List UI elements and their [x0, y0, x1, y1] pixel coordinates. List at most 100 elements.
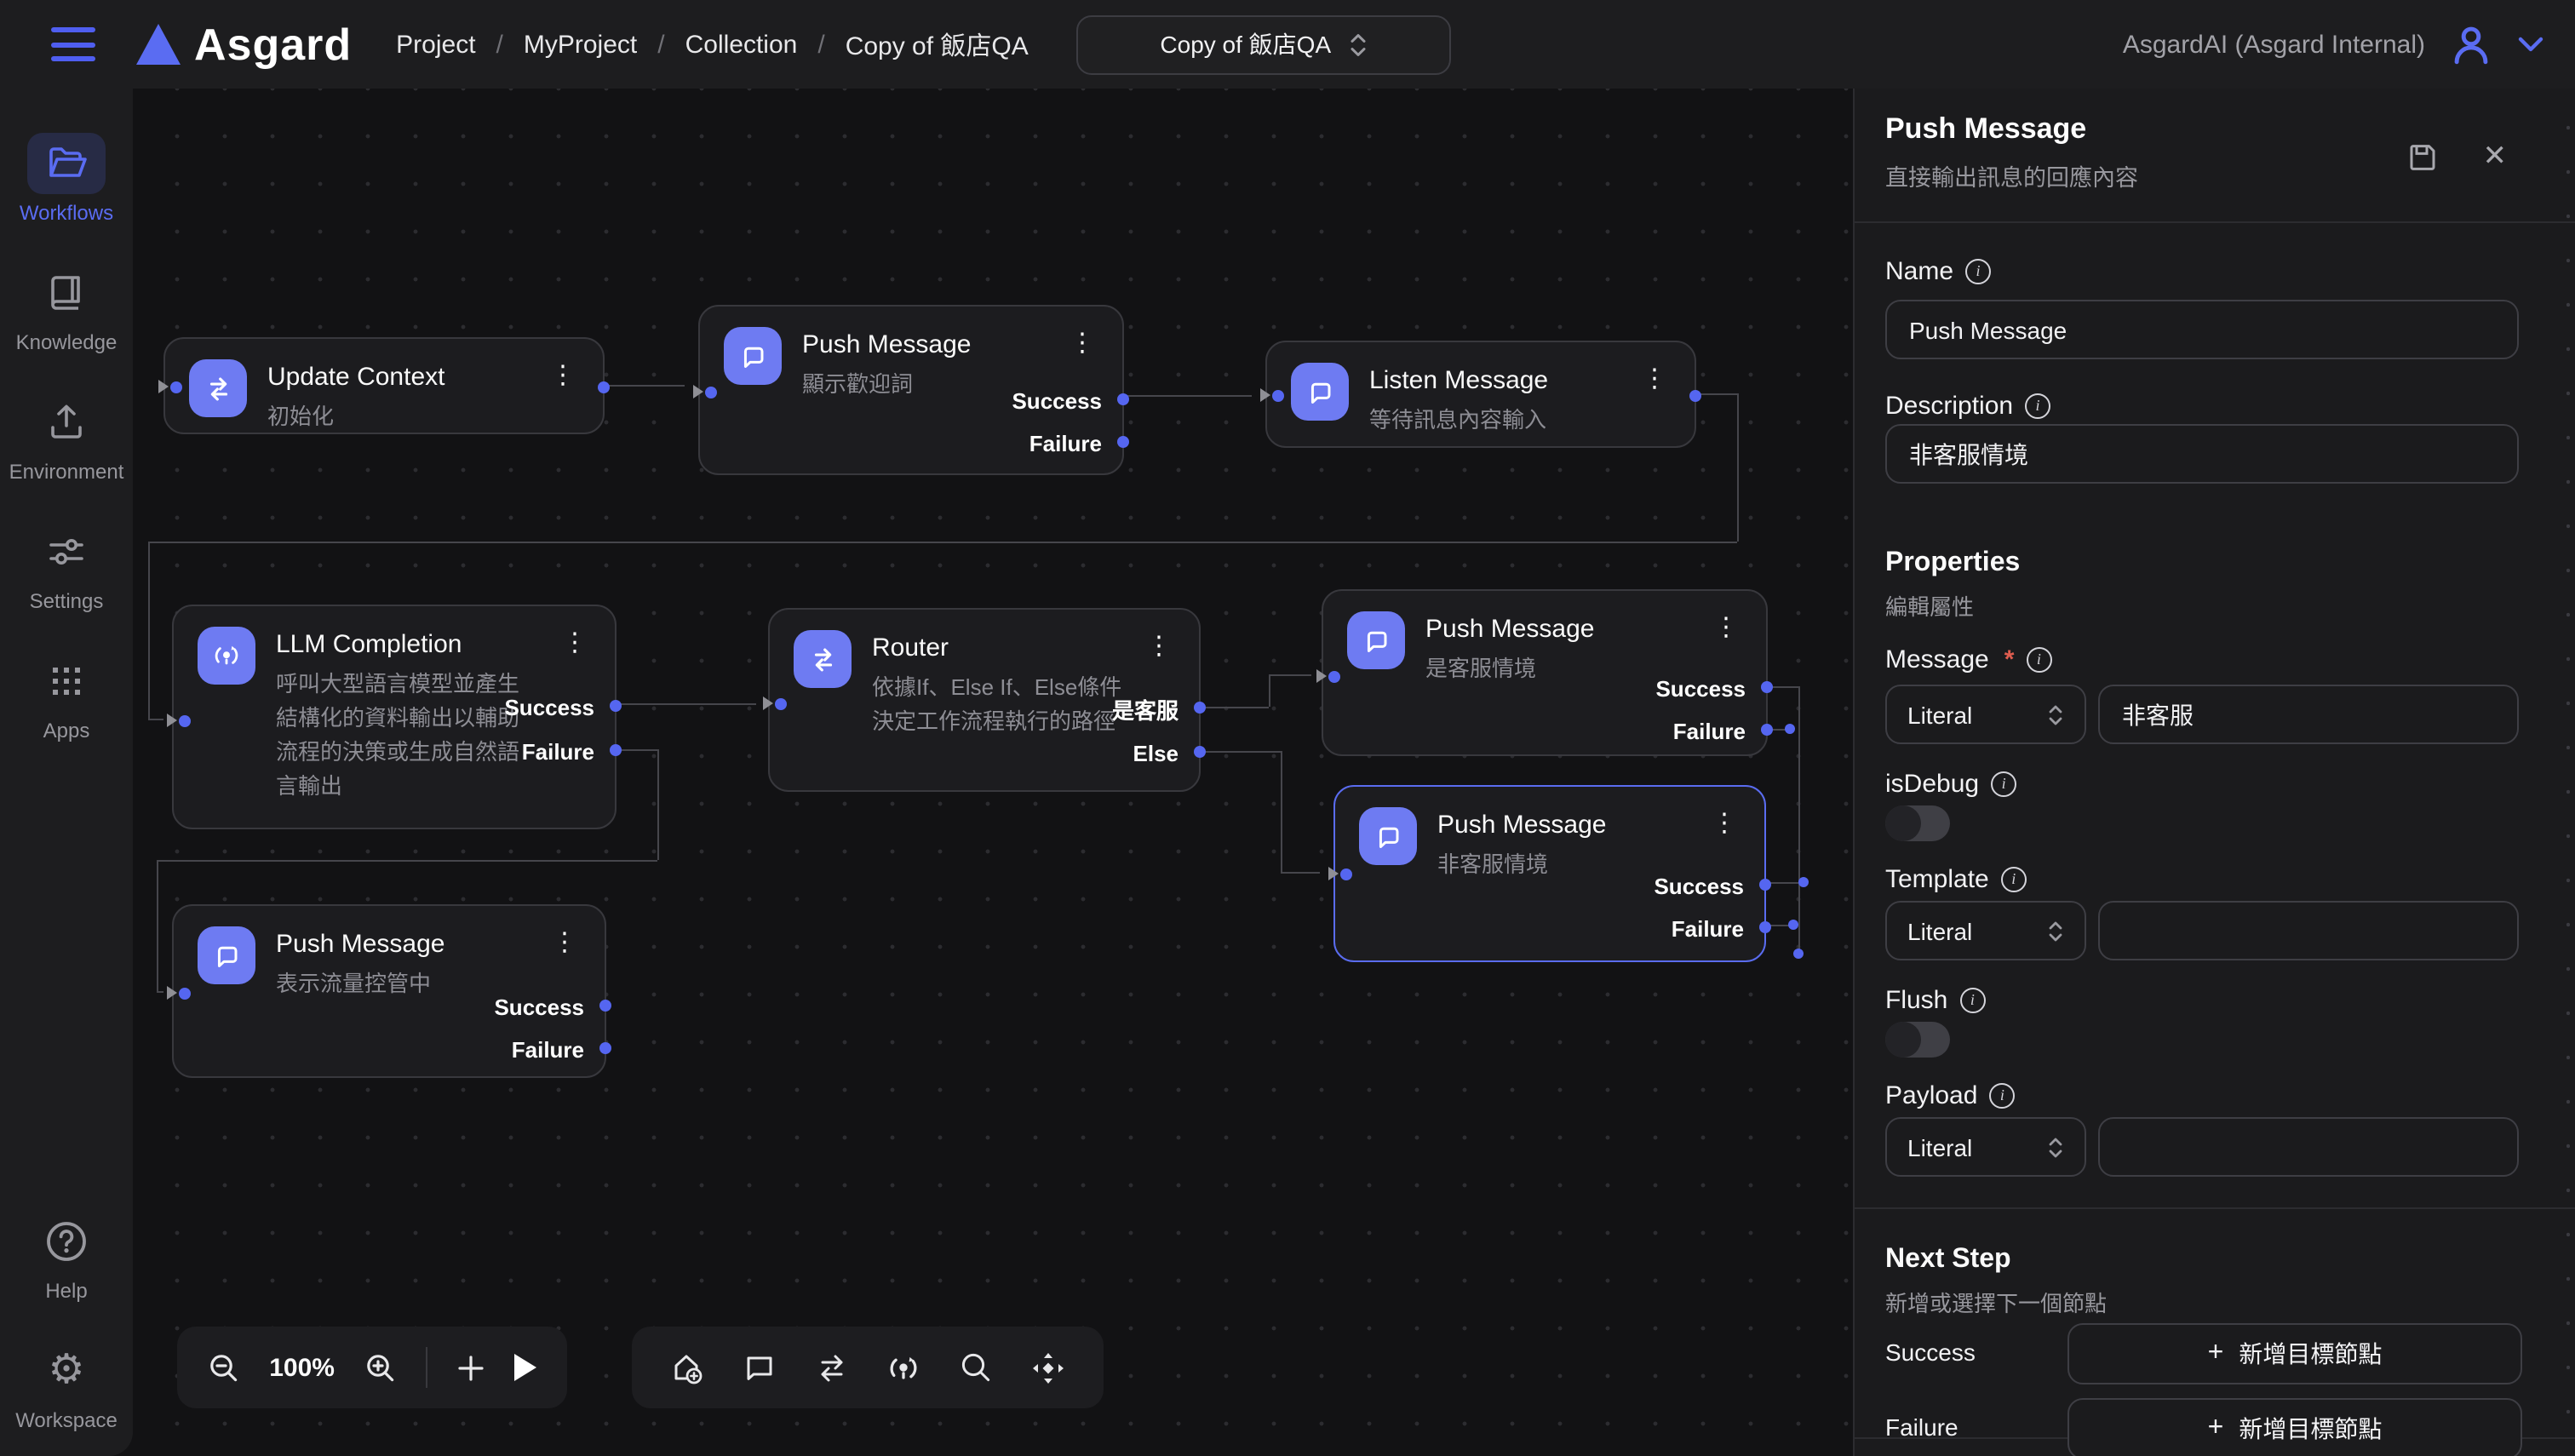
description-field[interactable] [1885, 424, 2519, 484]
info-icon[interactable]: i [1991, 771, 2016, 797]
next-step-failure-label: Failure [1885, 1413, 1958, 1441]
zoom-out-icon[interactable] [208, 1351, 240, 1384]
comment-icon[interactable] [743, 1350, 777, 1384]
edge-endpoint[interactable] [1785, 724, 1795, 734]
input-port[interactable] [693, 385, 717, 398]
edge-endpoint[interactable] [1788, 920, 1798, 930]
kebab-menu-icon[interactable]: ⋮ [1705, 807, 1744, 840]
output-failure[interactable]: Failure [1672, 916, 1744, 940]
node-subtitle: 顯示歡迎詞 [802, 368, 971, 402]
breadcrumb-project[interactable]: Project [396, 30, 475, 59]
node-push-message-welcome[interactable]: Push Message 顯示歡迎詞 ⋮ Success Failure [698, 305, 1124, 475]
edge [1269, 674, 1270, 707]
output-failure[interactable]: Failure [1673, 719, 1746, 742]
node-push-message-cs[interactable]: Push Message 是客服情境 ⋮ Success Failure [1322, 589, 1768, 756]
node-title: Update Context [267, 363, 444, 392]
kebab-menu-icon[interactable]: ⋮ [543, 359, 582, 392]
kebab-menu-icon[interactable]: ⋮ [1635, 363, 1674, 395]
node-title: Push Message [1437, 811, 1606, 840]
add-target-node-failure-button[interactable]: + 新增目標節點 [2067, 1398, 2522, 1456]
output-failure[interactable]: Failure [512, 1037, 584, 1061]
node-llm-completion[interactable]: LLM Completion 呼叫大型語言模型並產生結構化的資料輸出以輔助流程的… [172, 605, 617, 829]
add-node-icon[interactable] [669, 1350, 705, 1385]
edge-endpoint[interactable] [1793, 949, 1804, 959]
template-value-field[interactable] [2098, 901, 2519, 960]
payload-value-field[interactable] [2098, 1117, 2519, 1177]
input-port[interactable] [158, 380, 182, 393]
output-success[interactable]: Success [1654, 874, 1744, 897]
template-type-select[interactable]: Literal [1885, 901, 2086, 960]
swap-arrows-icon[interactable] [813, 1350, 849, 1385]
info-icon[interactable]: i [1989, 1083, 2015, 1109]
kebab-menu-icon[interactable]: ⋮ [1063, 327, 1102, 359]
add-target-node-success-button[interactable]: + 新增目標節點 [2067, 1323, 2522, 1384]
sidebar-item-help[interactable]: Help [7, 1211, 126, 1303]
kebab-menu-icon[interactable]: ⋮ [545, 926, 584, 959]
sidebar-item-environment[interactable]: Environment [7, 392, 126, 484]
flush-toggle[interactable] [1885, 1022, 1950, 1058]
info-icon[interactable]: i [2001, 867, 2027, 892]
sidebar-item-settings[interactable]: Settings [7, 521, 126, 613]
edge-endpoint[interactable] [1798, 877, 1809, 887]
close-icon[interactable]: ✕ [2483, 140, 2508, 174]
payload-type-select[interactable]: Literal [1885, 1117, 2086, 1177]
sidebar-item-apps[interactable]: Apps [7, 651, 126, 742]
add-icon[interactable] [456, 1353, 485, 1382]
workflow-canvas[interactable]: Update Context 初始化 ⋮ Push Message 顯示歡迎詞 … [133, 89, 1853, 1456]
sidebar-item-workspace[interactable]: ⚙ Workspace [7, 1340, 126, 1432]
output-success[interactable]: Success [494, 995, 584, 1018]
output-failure[interactable]: Failure [522, 739, 594, 763]
info-icon[interactable]: i [2026, 647, 2051, 673]
output-success[interactable]: Success [1655, 676, 1746, 700]
kebab-menu-icon[interactable]: ⋮ [1706, 611, 1746, 644]
llm-bulb-icon[interactable] [886, 1350, 922, 1385]
output-port[interactable] [1689, 390, 1701, 402]
move-icon[interactable] [1030, 1350, 1066, 1385]
zoom-level: 100% [269, 1353, 335, 1382]
node-update-context[interactable]: Update Context 初始化 ⋮ [163, 337, 605, 434]
output-else[interactable]: Else [1133, 741, 1179, 765]
workflow-selector[interactable]: Copy of 飯店QA [1076, 14, 1451, 74]
search-icon[interactable] [959, 1350, 993, 1384]
sliders-icon [46, 533, 87, 570]
input-port[interactable] [167, 986, 191, 1000]
breadcrumb-myproject[interactable]: MyProject [524, 30, 637, 59]
breadcrumb-current[interactable]: Copy of 飯店QA [846, 26, 1029, 62]
output-port[interactable] [598, 381, 610, 393]
node-title: Router [872, 633, 1139, 662]
run-icon[interactable] [514, 1354, 536, 1381]
chevron-down-icon[interactable] [2517, 36, 2544, 53]
info-icon[interactable]: i [1959, 988, 1985, 1013]
input-port[interactable] [1260, 388, 1284, 402]
output-failure[interactable]: Failure [1029, 431, 1102, 455]
input-port[interactable] [763, 696, 787, 710]
kebab-menu-icon[interactable]: ⋮ [555, 627, 594, 659]
info-icon[interactable]: i [2025, 393, 2050, 419]
isdebug-toggle[interactable] [1885, 805, 1950, 841]
sidebar-item-workflows[interactable]: Workflows [7, 133, 126, 225]
node-listen-message[interactable]: Listen Message 等待訊息內容輸入 ⋮ [1265, 341, 1696, 448]
inspector-panel: Push Message 直接輸出訊息的回應內容 ✕ Namei Descrip… [1853, 89, 2575, 1456]
user-icon[interactable] [2449, 22, 2493, 66]
sidebar-item-knowledge[interactable]: Knowledge [7, 262, 126, 354]
output-success[interactable]: Success [504, 695, 594, 719]
node-push-message-non-cs[interactable]: Push Message 非客服情境 ⋮ Success Failure [1333, 785, 1766, 962]
kebab-menu-icon[interactable]: ⋮ [1139, 630, 1179, 662]
chat-bubble-icon [1359, 807, 1417, 865]
message-value-field[interactable] [2098, 685, 2519, 744]
node-router[interactable]: Router 依據If、Else If、Else條件決定工作流程執行的路徑 ⋮ … [768, 608, 1201, 792]
input-port[interactable] [1328, 867, 1352, 880]
info-icon[interactable]: i [1965, 259, 1991, 284]
gear-icon: ⚙ [48, 1349, 84, 1393]
input-port[interactable] [1316, 669, 1340, 683]
zoom-in-icon[interactable] [364, 1351, 396, 1384]
message-type-select[interactable]: Literal [1885, 685, 2086, 744]
menu-icon[interactable] [51, 27, 95, 61]
node-push-message-throttle[interactable]: Push Message 表示流量控管中 ⋮ Success Failure [172, 904, 606, 1078]
output-success[interactable]: Success [1012, 388, 1102, 412]
name-field[interactable] [1885, 300, 2519, 359]
breadcrumb-collection[interactable]: Collection [685, 30, 798, 59]
save-icon[interactable] [2406, 140, 2439, 173]
output-is-cs[interactable]: 是客服 [1112, 696, 1179, 720]
input-port[interactable] [167, 714, 191, 727]
